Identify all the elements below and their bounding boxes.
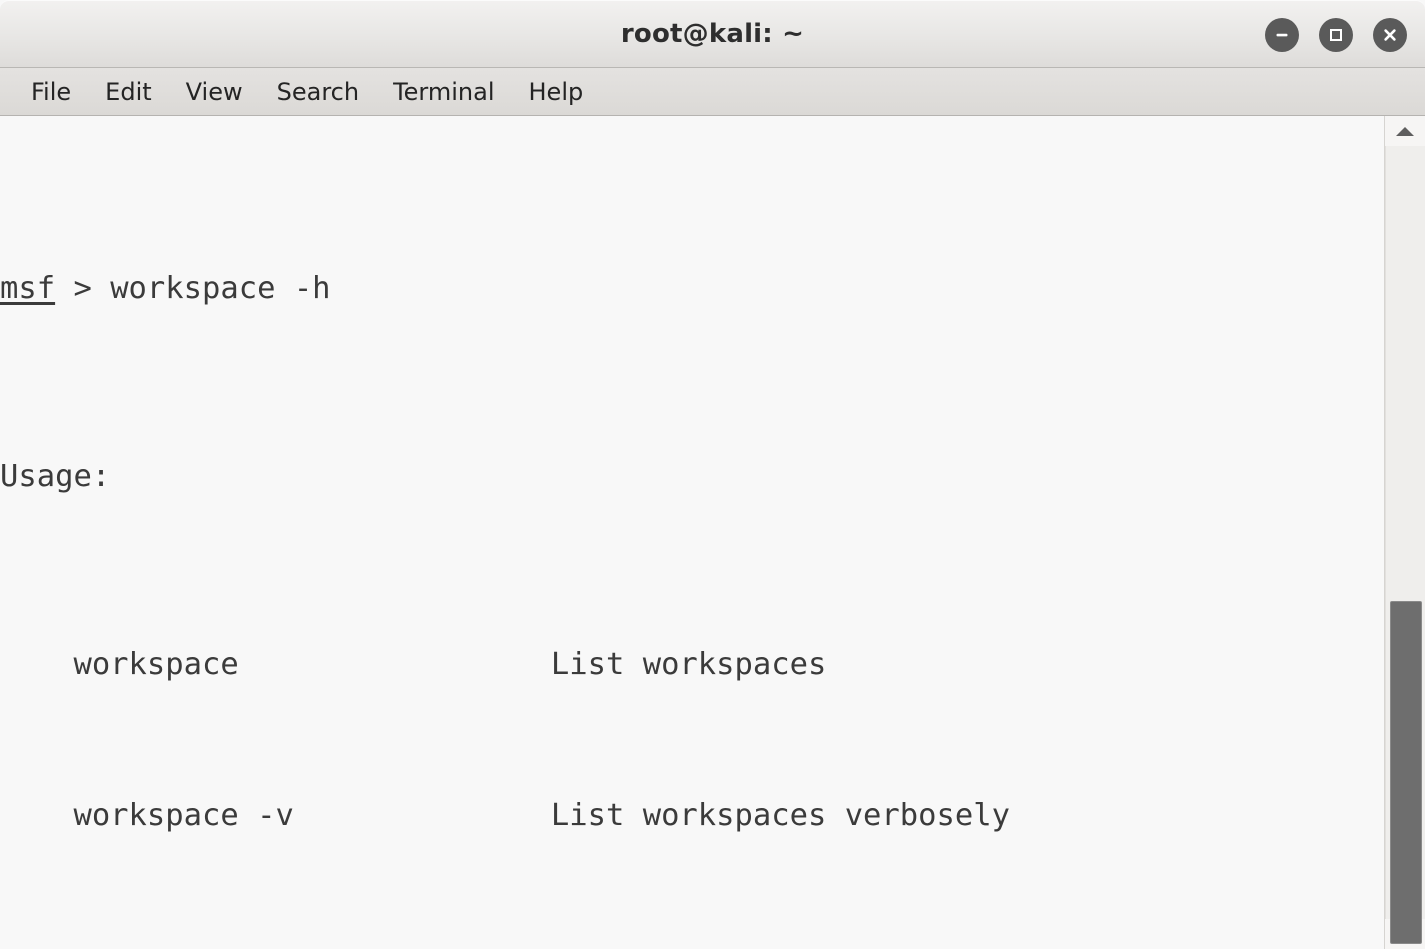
maximize-button[interactable] (1319, 18, 1353, 52)
usage-description: List workspaces (550, 647, 827, 683)
vertical-scrollbar[interactable] (1384, 116, 1425, 949)
minimize-icon (1276, 33, 1288, 37)
maximize-icon (1330, 29, 1342, 41)
usage-syntax: workspace (73, 647, 551, 683)
window-controls (1265, 1, 1407, 69)
usage-header: Usage: (0, 459, 111, 495)
usage-indent (0, 798, 73, 833)
prompt-label: msf (0, 271, 56, 307)
menu-item-view[interactable]: View (169, 74, 260, 110)
chevron-up-icon (1396, 126, 1414, 136)
minimize-button[interactable] (1265, 18, 1299, 52)
menu-item-edit[interactable]: Edit (88, 74, 168, 110)
terminal-screen[interactable]: msf > workspace -h Usage: workspace List… (0, 116, 1384, 949)
terminal-window: root@kali: ~ File Edit View Search Termi… (0, 0, 1425, 949)
menu-item-help[interactable]: Help (512, 74, 601, 110)
usage-syntax: workspace -v (73, 797, 551, 833)
menu-bar: File Edit View Search Terminal Help (0, 68, 1425, 116)
menu-item-terminal[interactable]: Terminal (376, 74, 511, 110)
usage-description: List workspaces verbosely (550, 797, 1010, 833)
command-text: workspace -h (110, 271, 331, 307)
scroll-up-button[interactable] (1385, 116, 1425, 146)
window-title: root@kali: ~ (620, 19, 805, 49)
terminal-area: msf > workspace -h Usage: workspace List… (0, 116, 1425, 949)
terminal-line: Usage: (0, 458, 1384, 496)
terminal-output: msf > workspace -h Usage: workspace List… (0, 116, 1384, 949)
prompt-sigil: > (55, 271, 111, 307)
scrollbar-trough[interactable] (1384, 146, 1425, 944)
menu-item-file[interactable]: File (14, 74, 88, 110)
usage-indent (0, 647, 73, 682)
close-button[interactable] (1373, 18, 1407, 52)
close-icon (1384, 29, 1396, 41)
terminal-line: workspace -v List workspaces verbosely (0, 797, 1384, 835)
terminal-line: workspace List workspaces (0, 646, 1384, 684)
scrollbar-thumb[interactable] (1389, 601, 1422, 944)
menu-item-search[interactable]: Search (260, 74, 376, 110)
title-bar[interactable]: root@kali: ~ (0, 0, 1425, 68)
terminal-line: msf > workspace -h (0, 270, 1384, 308)
